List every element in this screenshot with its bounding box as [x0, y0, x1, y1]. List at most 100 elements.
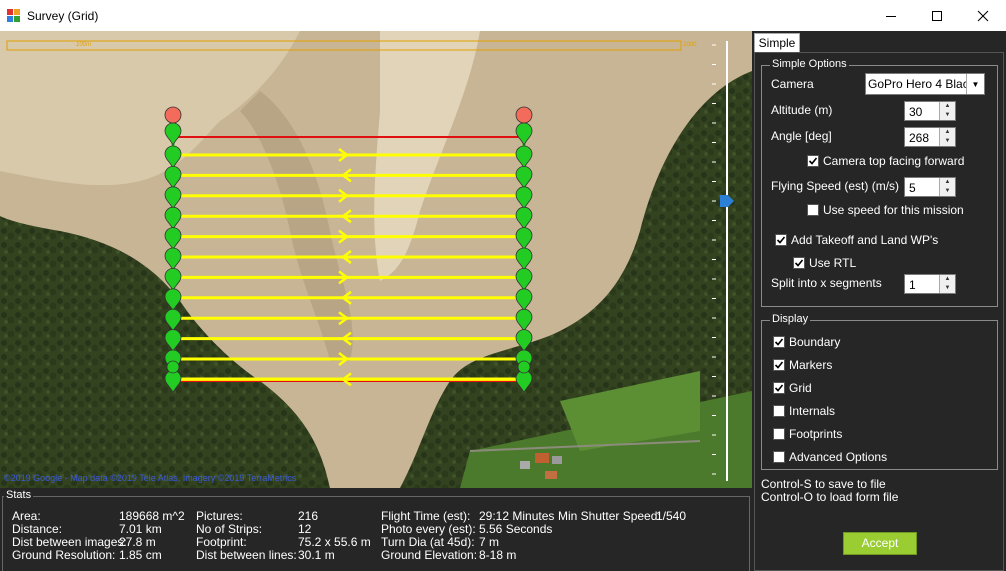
markers-label: Markers [789, 358, 833, 372]
angle-label: Angle [deg] [771, 129, 832, 143]
stat-label-pictures: Pictures: [196, 509, 243, 523]
end-marker [517, 360, 531, 374]
markers-checkbox[interactable] [773, 359, 785, 371]
takeoff-checkbox[interactable] [775, 234, 787, 246]
stat-label-photo-every: Photo every (est): [381, 522, 476, 536]
internals-checkbox[interactable] [773, 405, 785, 417]
stat-value-distance: 7.01 km [119, 522, 162, 536]
stat-value-dist-images: 27.8 m [119, 535, 156, 549]
close-icon [977, 10, 989, 21]
footprints-checkbox[interactable] [773, 428, 785, 440]
map-view[interactable]: 100m 1000 ©2019 Google - Map data ©2019 … [0, 31, 752, 488]
altitude-value: 30 [909, 105, 923, 119]
camera-select[interactable]: GoPro Hero 4 Black ▼ [865, 73, 985, 95]
stats-legend: Stats [4, 489, 34, 501]
spin-down-icon[interactable]: ▼ [940, 111, 955, 120]
stat-label-ground-res: Ground Resolution: [12, 548, 116, 562]
split-spin[interactable]: ▲ ▼ [939, 275, 955, 293]
start-marker [515, 106, 533, 124]
stat-label-flight-time: Flight Time (est): [381, 509, 471, 523]
stat-value-strips: 12 [298, 522, 312, 536]
app-icon [7, 9, 20, 22]
stat-value-area: 189668 m^2 [119, 509, 185, 523]
stat-value-ground-res: 1.85 cm [119, 548, 162, 562]
spin-up-icon[interactable]: ▲ [940, 128, 955, 137]
stat-label-area: Area: [12, 509, 41, 523]
spin-up-icon[interactable]: ▲ [940, 102, 955, 111]
internals-label: Internals [789, 404, 836, 418]
spin-up-icon[interactable]: ▲ [940, 178, 955, 187]
takeoff-label: Add Takeoff and Land WP's [791, 233, 939, 247]
stat-value-flight-time: 29:12 Minutes [479, 509, 555, 523]
tab-simple[interactable]: Simple [754, 33, 800, 53]
maximize-icon [932, 10, 942, 21]
spin-down-icon[interactable]: ▼ [940, 137, 955, 146]
close-button[interactable] [960, 0, 1006, 31]
rtl-label: Use RTL [809, 256, 857, 270]
display-legend: Display [770, 313, 811, 325]
stat-label-dist-images: Dist between images: [12, 535, 127, 549]
maximize-button[interactable] [914, 0, 960, 31]
window-title: Survey (Grid) [27, 9, 99, 23]
minimize-button[interactable] [868, 0, 914, 31]
stat-value-photo-every: 5.56 Seconds [479, 522, 553, 536]
camera-select-value: GoPro Hero 4 Black [868, 77, 975, 91]
tab-simple-body: Simple Options Camera GoPro Hero 4 Black… [754, 52, 1004, 571]
stats-group: Stats Area: 189668 m^2 Distance: 7.01 km… [0, 488, 752, 571]
angle-stepper[interactable]: 268 ▲ ▼ [904, 127, 956, 147]
altitude-stepper[interactable]: 30 ▲ ▼ [904, 101, 956, 121]
flying-speed-value: 5 [909, 181, 916, 195]
scale-label-right: 1000 [683, 42, 697, 48]
simple-options-legend: Simple Options [770, 58, 849, 70]
camera-top-label: Camera top facing forward [823, 154, 965, 168]
options-panel: Simple Simple Options Camera GoPro Hero … [752, 31, 1006, 571]
load-hint: Control-O to load form file [761, 490, 899, 504]
advanced-label: Advanced Options [789, 450, 888, 464]
checkmark-icon [776, 236, 786, 244]
camera-label: Camera [771, 77, 814, 91]
stat-value-turn-dia: 7 m [479, 535, 500, 549]
grid-label: Grid [789, 381, 812, 395]
stat-label-turn-dia: Turn Dia (at 45d): [381, 535, 475, 549]
flying-speed-label: Flying Speed (est) (m/s) [771, 179, 900, 193]
footprints-label: Footprints [789, 427, 843, 441]
scale-label-left: 100m [76, 42, 92, 48]
stat-label-strips: No of Strips: [196, 522, 263, 536]
minimize-icon [886, 15, 896, 17]
advanced-checkbox[interactable] [773, 451, 785, 463]
stat-value-pictures: 216 [298, 509, 319, 523]
checkmark-icon [774, 361, 784, 369]
satellite-map[interactable] [0, 31, 752, 488]
checkmark-icon [774, 338, 784, 346]
stat-value-shutter: 1/540 [656, 509, 687, 523]
spin-down-icon[interactable]: ▼ [940, 284, 955, 293]
spin-up-icon[interactable]: ▲ [940, 275, 955, 284]
chevron-down-icon[interactable]: ▼ [966, 74, 984, 94]
flying-speed-spin[interactable]: ▲ ▼ [939, 178, 955, 196]
stat-label-ground-elev: Ground Elevation: [381, 548, 478, 562]
split-value: 1 [909, 278, 916, 292]
boundary-checkbox[interactable] [773, 336, 785, 348]
rtl-checkbox[interactable] [793, 257, 805, 269]
accept-button[interactable]: Accept [843, 532, 917, 555]
spin-down-icon[interactable]: ▼ [940, 187, 955, 196]
boundary-label: Boundary [789, 335, 841, 349]
angle-value: 268 [909, 131, 930, 145]
angle-spin[interactable]: ▲ ▼ [939, 128, 955, 146]
split-stepper[interactable]: 1 ▲ ▼ [904, 274, 956, 294]
stat-label-footprint: Footprint: [196, 535, 247, 549]
flying-speed-stepper[interactable]: 5 ▲ ▼ [904, 177, 956, 197]
checkmark-icon [794, 259, 804, 267]
map-attribution: ©2019 Google - Map data ©2019 Tele Atlas… [4, 473, 297, 483]
altitude-spin[interactable]: ▲ ▼ [939, 102, 955, 120]
stat-value-footprint: 75.2 x 55.6 m [298, 535, 371, 549]
use-speed-checkbox[interactable] [807, 204, 819, 216]
simple-options-group: Simple Options Camera GoPro Hero 4 Black… [761, 58, 998, 307]
stat-value-ground-elev: 8-18 m [479, 548, 517, 562]
grid-checkbox[interactable] [773, 382, 785, 394]
checkmark-icon [774, 384, 784, 392]
camera-top-checkbox[interactable] [807, 155, 819, 167]
stat-value-dist-lines: 30.1 m [298, 548, 335, 562]
split-label: Split into x segments [771, 276, 882, 290]
start-marker [164, 106, 182, 124]
